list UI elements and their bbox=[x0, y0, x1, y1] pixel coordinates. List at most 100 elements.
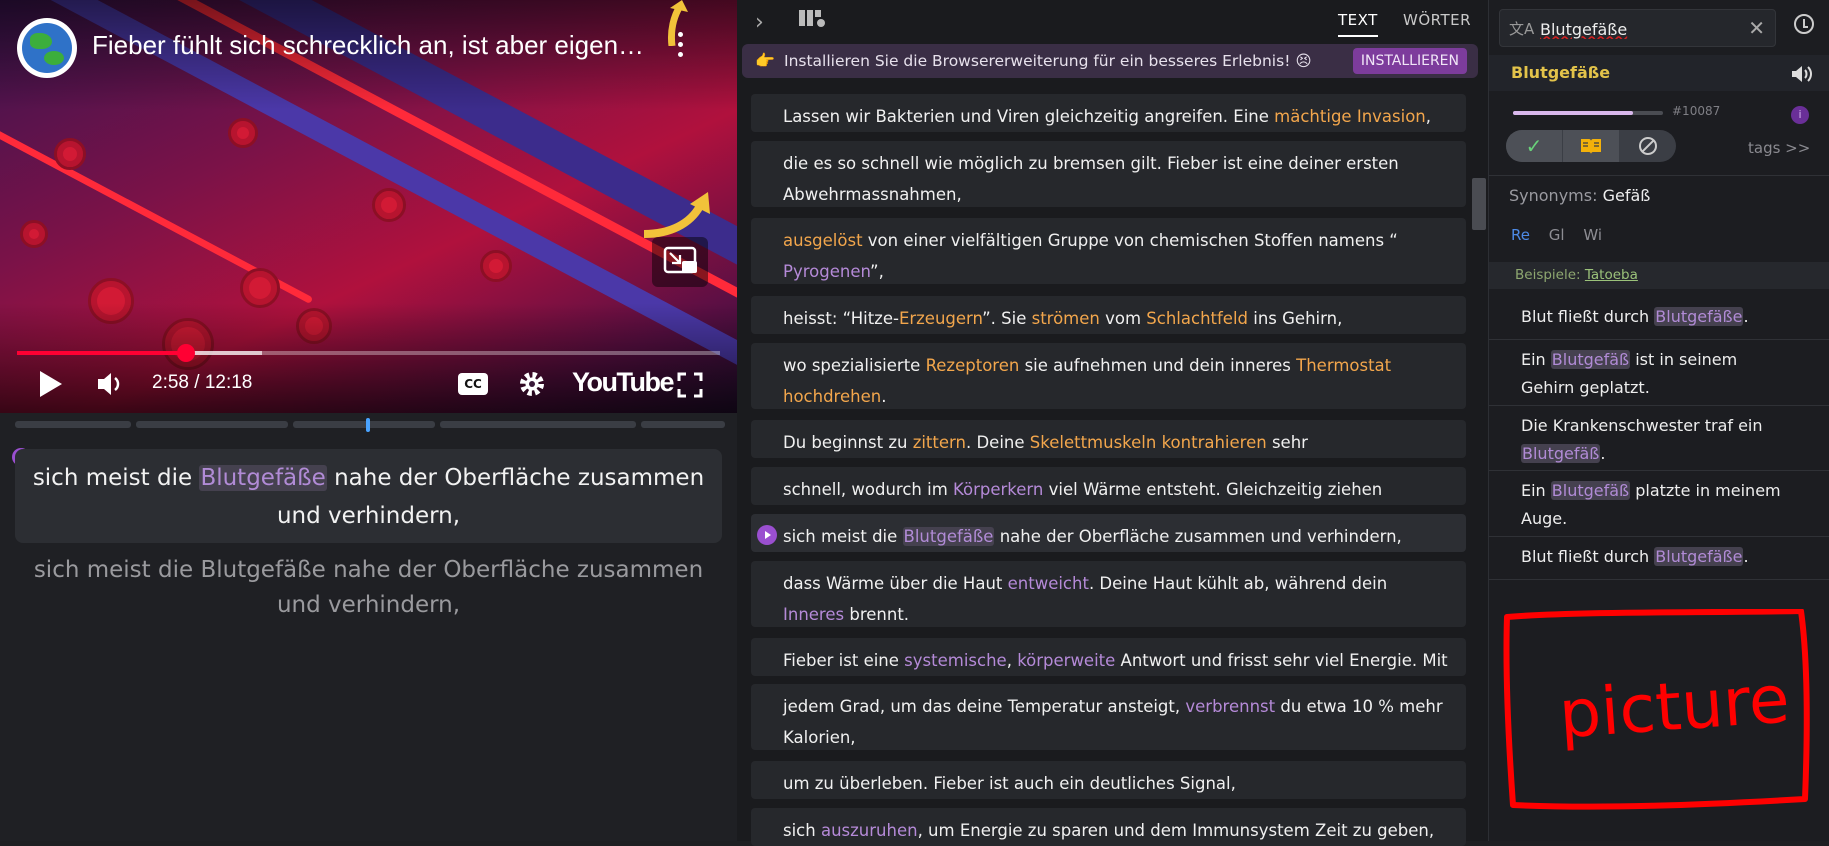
transcript-text: sehr bbox=[1266, 433, 1308, 452]
learning-word-token[interactable]: entweicht bbox=[1008, 574, 1089, 593]
layout-settings-icon[interactable] bbox=[799, 10, 825, 28]
word-status-group: ✓ bbox=[1506, 130, 1676, 162]
word-search-input[interactable] bbox=[1538, 17, 1742, 41]
examples-source-link[interactable]: Tatoeba bbox=[1585, 267, 1638, 283]
chevron-right-icon[interactable]: › bbox=[755, 10, 764, 35]
mark-known-button[interactable]: ✓ bbox=[1506, 130, 1562, 162]
segment-play-icon[interactable] bbox=[757, 525, 777, 545]
source-tab-gl[interactable]: Gl bbox=[1549, 226, 1565, 244]
info-icon[interactable]: i bbox=[1791, 106, 1809, 124]
chapter-bar[interactable] bbox=[15, 421, 725, 429]
example-highlighted-word[interactable]: Blutgefäß bbox=[1550, 350, 1631, 369]
known-word-token[interactable]: strömen bbox=[1032, 309, 1100, 328]
subtitle-text: und verhindern, bbox=[276, 503, 461, 529]
video-title[interactable]: Fieber fühlt sich schrecklich an, ist ab… bbox=[92, 30, 644, 61]
examples-header: Beispiele: Tatoeba bbox=[1489, 262, 1829, 289]
learning-word-token[interactable]: auszuruhen bbox=[821, 821, 918, 840]
segment-text: wo spezialisierte Rezeptoren sie aufnehm… bbox=[783, 343, 1391, 412]
examples-label: Beispiele: bbox=[1515, 267, 1581, 283]
tab-text[interactable]: TEXT bbox=[1338, 11, 1378, 37]
known-word-token[interactable]: mächtige bbox=[1274, 107, 1351, 126]
known-word-token[interactable]: kontrahieren bbox=[1162, 433, 1267, 452]
source-tab-wi[interactable]: Wi bbox=[1583, 226, 1602, 244]
synonyms-label: Synonyms: bbox=[1509, 186, 1598, 205]
clear-search-icon[interactable]: ✕ bbox=[1748, 16, 1765, 40]
segment-text: sich auszuruhen, um Energie zu sparen un… bbox=[783, 808, 1434, 846]
known-word-token[interactable]: Thermostat bbox=[1296, 356, 1391, 375]
learning-word-token[interactable]: Inneres bbox=[783, 605, 844, 624]
transcript-text: sich meist die bbox=[783, 527, 903, 546]
source-tab-re[interactable]: Re bbox=[1511, 226, 1530, 244]
example-highlighted-word[interactable]: Blutgefäße bbox=[1654, 547, 1744, 566]
example-sentence[interactable]: Ein Blutgefäß platzte in meinem Auge. bbox=[1489, 470, 1829, 537]
current-subtitle: sich meist die Blutgefäße nahe der Oberf… bbox=[15, 449, 722, 543]
transcript-segment[interactable]: um zu überleben. Fieber ist auch ein deu… bbox=[751, 761, 1466, 799]
ignore-button[interactable] bbox=[1620, 130, 1676, 162]
example-text-part: ist in seinem bbox=[1630, 350, 1738, 369]
volume-icon[interactable] bbox=[96, 371, 124, 397]
picture-placeholder[interactable]: picture bbox=[1501, 609, 1814, 811]
known-word-token[interactable]: hochdrehen bbox=[783, 387, 881, 406]
history-icon[interactable] bbox=[1794, 14, 1814, 34]
transcript-segment[interactable]: sich meist die Blutgefäße nahe der Oberf… bbox=[751, 514, 1466, 552]
tags-link[interactable]: tags >> bbox=[1748, 139, 1810, 157]
transcript-text: jedem Grad, um das deine Temperatur anst… bbox=[783, 697, 1186, 716]
transcript-segment[interactable]: Fieber ist eine systemische, körperweite… bbox=[751, 638, 1466, 676]
learning-word-token[interactable]: systemische bbox=[904, 651, 1007, 670]
example-sentence[interactable]: Ein Blutgefäß ist in seinem Gehirn geplat… bbox=[1489, 339, 1829, 406]
example-sentence[interactable]: Blut fließt durch Blutgefäße. bbox=[1489, 536, 1829, 580]
transcript-segment[interactable]: heisst: “Hitze-Erzeugern”. Sie strömen v… bbox=[751, 296, 1466, 334]
example-highlighted-word[interactable]: Blutgefäß bbox=[1521, 444, 1601, 463]
picture-in-picture-button[interactable] bbox=[652, 237, 708, 287]
youtube-logo[interactable]: YouTube bbox=[572, 367, 674, 398]
subtitle-highlighted-word[interactable]: Blutgefäße bbox=[199, 465, 327, 491]
transcript-segment[interactable]: Lassen wir Bakterien und Viren gleichzei… bbox=[751, 94, 1466, 132]
transcript-text: schnell, wodurch im bbox=[783, 480, 954, 499]
video-player[interactable]: Fieber fühlt sich schrecklich an, ist ab… bbox=[0, 0, 737, 413]
learning-word-token[interactable]: körperweite bbox=[1017, 651, 1115, 670]
install-button[interactable]: INSTALLIEREN bbox=[1352, 48, 1467, 74]
fullscreen-icon[interactable] bbox=[677, 372, 703, 398]
transcript-text: dass Wärme über die Haut bbox=[783, 574, 1008, 593]
example-highlighted-word[interactable]: Blutgefäß bbox=[1550, 481, 1631, 500]
transcript-segment[interactable]: dass Wärme über die Haut entweicht. Dein… bbox=[751, 561, 1466, 627]
play-button[interactable] bbox=[40, 371, 62, 397]
transcript-segment[interactable]: schnell, wodurch im Körperkern viel Wärm… bbox=[751, 467, 1466, 505]
example-text-part: . bbox=[1600, 444, 1606, 463]
learning-word-token[interactable]: Körperkern bbox=[953, 480, 1043, 499]
transcript-segment[interactable]: Du beginnst zu zittern. Deine Skelettmus… bbox=[751, 420, 1466, 458]
example-sentence[interactable]: Blut fließt durch Blutgefäße. bbox=[1489, 296, 1829, 340]
known-word-token[interactable]: Rezeptoren bbox=[926, 356, 1020, 375]
speaker-icon[interactable] bbox=[1791, 65, 1813, 83]
dictionary-panel: 文A ✕ Blutgefäße #10087 i ✓ tags >> Synon… bbox=[1488, 0, 1829, 841]
video-progress-bar[interactable] bbox=[17, 344, 720, 362]
tab-words[interactable]: WÖRTER bbox=[1403, 11, 1471, 29]
known-word-token[interactable]: Erzeugern bbox=[899, 309, 982, 328]
transcript-text: ins Gehirn, bbox=[1248, 309, 1343, 328]
captions-button[interactable]: CC bbox=[458, 373, 488, 395]
example-text: Blut fließt durch Blutgefäße. bbox=[1521, 543, 1781, 571]
example-highlighted-word[interactable]: Blutgefäße bbox=[1654, 307, 1744, 326]
example-text: Die Krankenschwester traf ein Blutgefäß. bbox=[1521, 412, 1781, 468]
channel-avatar[interactable] bbox=[17, 18, 77, 78]
learning-word-token[interactable]: verbrennst bbox=[1185, 697, 1275, 716]
scrollbar-thumb[interactable] bbox=[1472, 178, 1486, 230]
transcript-segment[interactable]: jedem Grad, um das deine Temperatur anst… bbox=[751, 684, 1466, 750]
transcript-segment[interactable]: die es so schnell wie möglich zu bremsen… bbox=[751, 141, 1466, 207]
transcript-segment[interactable]: sich auszuruhen, um Energie zu sparen un… bbox=[751, 808, 1466, 846]
known-word-token[interactable]: Schlachtfeld bbox=[1146, 309, 1248, 328]
word-header: Blutgefäße bbox=[1489, 55, 1829, 91]
synonyms-value[interactable]: Gefäß bbox=[1603, 186, 1651, 205]
translate-icon: 文A bbox=[1509, 20, 1535, 38]
mark-learning-button[interactable] bbox=[1563, 130, 1619, 162]
known-word-token[interactable]: zittern bbox=[913, 433, 966, 452]
known-word-token[interactable]: Invasion bbox=[1357, 107, 1426, 126]
transcript-segment[interactable]: ausgelöst von einer vielfältigen Gruppe … bbox=[751, 218, 1466, 284]
selected-word-token[interactable]: Blutgefäße bbox=[902, 527, 995, 546]
known-word-token[interactable]: Skelettmuskeln bbox=[1030, 433, 1157, 452]
known-word-token[interactable]: ausgelöst bbox=[783, 231, 863, 250]
learning-word-token[interactable]: Pyrogenen bbox=[783, 262, 870, 281]
settings-gear-icon[interactable] bbox=[518, 370, 546, 398]
transcript-segment[interactable]: wo spezialisierte Rezeptoren sie aufnehm… bbox=[751, 343, 1466, 409]
example-sentence[interactable]: Die Krankenschwester traf ein Blutgefäß. bbox=[1489, 405, 1829, 471]
